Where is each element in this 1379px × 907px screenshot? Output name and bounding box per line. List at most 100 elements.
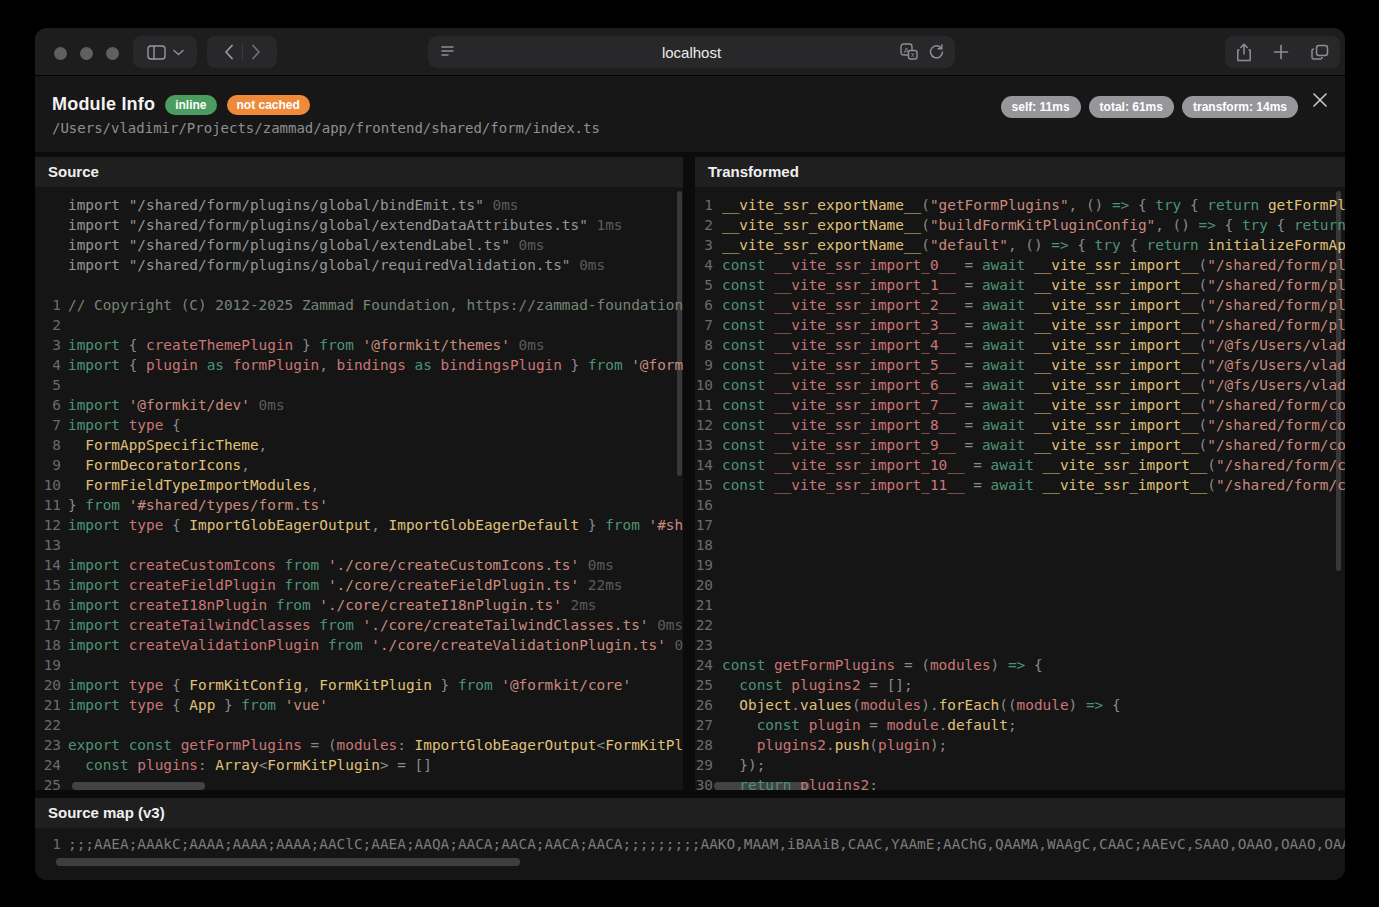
sourcemap-panel-title: Source map (v3) [35, 798, 1345, 828]
code-text: import createTailwindClasses from './cor… [68, 615, 683, 635]
translate-icon[interactable]: A x [900, 43, 918, 60]
code-text: import { createThemePlugin } from '@form… [68, 335, 545, 355]
code-text: import type { FormKitConfig, FormKitPlug… [68, 675, 631, 695]
line-number: 15 [695, 475, 713, 495]
code-text: __vite_ssr_exportName__("default", () =>… [722, 235, 1345, 255]
code-text: const __vite_ssr_import_3__ = await __vi… [722, 315, 1345, 335]
line-number: 21 [695, 595, 713, 615]
code-text: FormAppSpecificTheme, [68, 435, 267, 455]
back-button[interactable] [224, 44, 234, 60]
code-line: 13const __vite_ssr_import_9__ = await __… [695, 435, 1345, 455]
code-text: ;;;AAEA;AAAkC;AAAA;AAAA;AAAA;AAClC;AAEA;… [68, 834, 1345, 854]
line-number: 1 [35, 295, 61, 315]
source-panel-title: Source [35, 157, 683, 187]
code-line: 21import type { App } from 'vue' [35, 695, 683, 715]
code-line: 8 FormAppSpecificTheme, [35, 435, 683, 455]
line-number: 1 [695, 195, 713, 215]
code-text: export const getFormPlugins = (modules: … [68, 735, 683, 755]
code-line: 16import createI18nPlugin from './core/c… [35, 595, 683, 615]
transformed-code-area: 1 __vite_ssr_exportName__("getFormPlugins… [695, 187, 1345, 790]
code-line: 8const __vite_ssr_import_4__ = await __v… [695, 335, 1345, 355]
line-number: 22 [695, 615, 713, 635]
code-text: import "/shared/form/plugins/global/bind… [68, 195, 519, 215]
code-text: FormDecoratorIcons, [68, 455, 250, 475]
code-line: 19 [35, 655, 683, 675]
code-line: 12import type { ImportGlobEagerOutput, I… [35, 515, 683, 535]
code-line: 30 return plugins2; [695, 775, 1345, 790]
line-number: 6 [35, 395, 61, 415]
code-text: __vite_ssr_exportName__("getFormPlugins"… [722, 195, 1345, 215]
window-controls[interactable] [54, 47, 119, 60]
code-line: 18 [695, 535, 1345, 555]
forward-button[interactable] [251, 44, 261, 60]
code-line: 1 // Copyright (C) 2012-2025 Zammad Found… [35, 295, 683, 315]
line-number: 22 [35, 715, 61, 735]
code-line: 17import createTailwindClasses from './c… [35, 615, 683, 635]
code-text: import "/shared/form/plugins/global/exte… [68, 235, 545, 255]
code-line: 24const getFormPlugins = (modules) => { [695, 655, 1345, 675]
line-number: 10 [695, 375, 713, 395]
code-text: } from '#shared/types/form.ts' [68, 495, 328, 515]
line-number: 3 [695, 235, 713, 255]
code-line: 7import type { [35, 415, 683, 435]
code-line: 9const __vite_ssr_import_5__ = await __v… [695, 355, 1345, 375]
code-text: __vite_ssr_exportName__("buildFormKitPlu… [722, 215, 1345, 235]
line-number: 13 [695, 435, 713, 455]
code-text: Object.values(modules).forEach((module) … [722, 695, 1121, 715]
browser-window: localhost A x [35, 28, 1345, 880]
code-line: import "/shared/form/plugins/global/exte… [35, 215, 683, 235]
code-line: 4import { plugin as formPlugin, bindings… [35, 355, 683, 375]
code-line: 29 }); [695, 755, 1345, 775]
address-bar[interactable]: localhost A x [428, 36, 955, 68]
line-number: 16 [695, 495, 713, 515]
tab-overview-icon[interactable] [1311, 44, 1329, 61]
line-number: 19 [695, 555, 713, 575]
code-text: const __vite_ssr_import_10__ = await __v… [722, 455, 1345, 475]
code-text: const plugins: Array<FormKitPlugin> = [] [68, 755, 432, 775]
code-line: 10 FormFieldTypeImportModules, [35, 475, 683, 495]
code-text: import createValidationPlugin from './co… [68, 635, 683, 655]
navigation-buttons [207, 36, 277, 68]
code-text: return plugins2; [722, 775, 878, 790]
total-time-badge: total: 61ms [1089, 96, 1174, 118]
code-text: // Copyright (C) 2012-2025 Zammad Founda… [68, 295, 683, 315]
line-number: 27 [695, 715, 713, 735]
code-text: const __vite_ssr_import_1__ = await __vi… [722, 275, 1345, 295]
share-icon[interactable] [1236, 43, 1252, 62]
code-text: const __vite_ssr_import_4__ = await __vi… [722, 335, 1345, 355]
line-number: 23 [695, 635, 713, 655]
line-number: 6 [695, 295, 713, 315]
minimize-window-button[interactable] [80, 47, 93, 60]
code-line: 27 const plugin = module.default; [695, 715, 1345, 735]
code-line: 28 plugins2.push(plugin); [695, 735, 1345, 755]
code-line: 14import createCustomIcons from './core/… [35, 555, 683, 575]
code-line: 9 FormDecoratorIcons, [35, 455, 683, 475]
line-number: 5 [35, 375, 61, 395]
sidebar-toggle-button[interactable] [133, 36, 197, 68]
line-number: 12 [35, 515, 61, 535]
module-inspect-page: Module Info inline not cached self: 11ms… [35, 76, 1345, 880]
code-line: 1 __vite_ssr_exportName__("getFormPlugins… [695, 195, 1345, 215]
new-tab-icon[interactable] [1273, 44, 1289, 60]
close-icon[interactable] [1309, 89, 1331, 111]
line-number: 23 [35, 735, 61, 755]
code-line: 23 export const getFormPlugins = (modules… [35, 735, 683, 755]
zoom-window-button[interactable] [106, 47, 119, 60]
code-line: 18import createValidationPlugin from './… [35, 635, 683, 655]
line-number: 25 [695, 675, 713, 695]
line-number: 4 [35, 355, 61, 375]
code-line: 3 import { createThemePlugin } from '@for… [35, 335, 683, 355]
code-line: 20import type { FormKitConfig, FormKitPl… [35, 675, 683, 695]
source-panel: Source import "/shared/form/plugins/glob… [35, 157, 683, 790]
inline-badge: inline [165, 95, 216, 115]
line-number: 26 [695, 695, 713, 715]
line-number: 25 [35, 775, 61, 790]
code-line: 6import '@formkit/dev' 0ms [35, 395, 683, 415]
code-line: 22 [695, 615, 1345, 635]
line-number: 1 [35, 834, 61, 854]
chevron-down-icon [173, 49, 184, 56]
reload-icon[interactable] [928, 43, 945, 60]
line-number: 3 [35, 335, 61, 355]
transformed-panel-title: Transformed [695, 157, 1345, 187]
close-window-button[interactable] [54, 47, 67, 60]
